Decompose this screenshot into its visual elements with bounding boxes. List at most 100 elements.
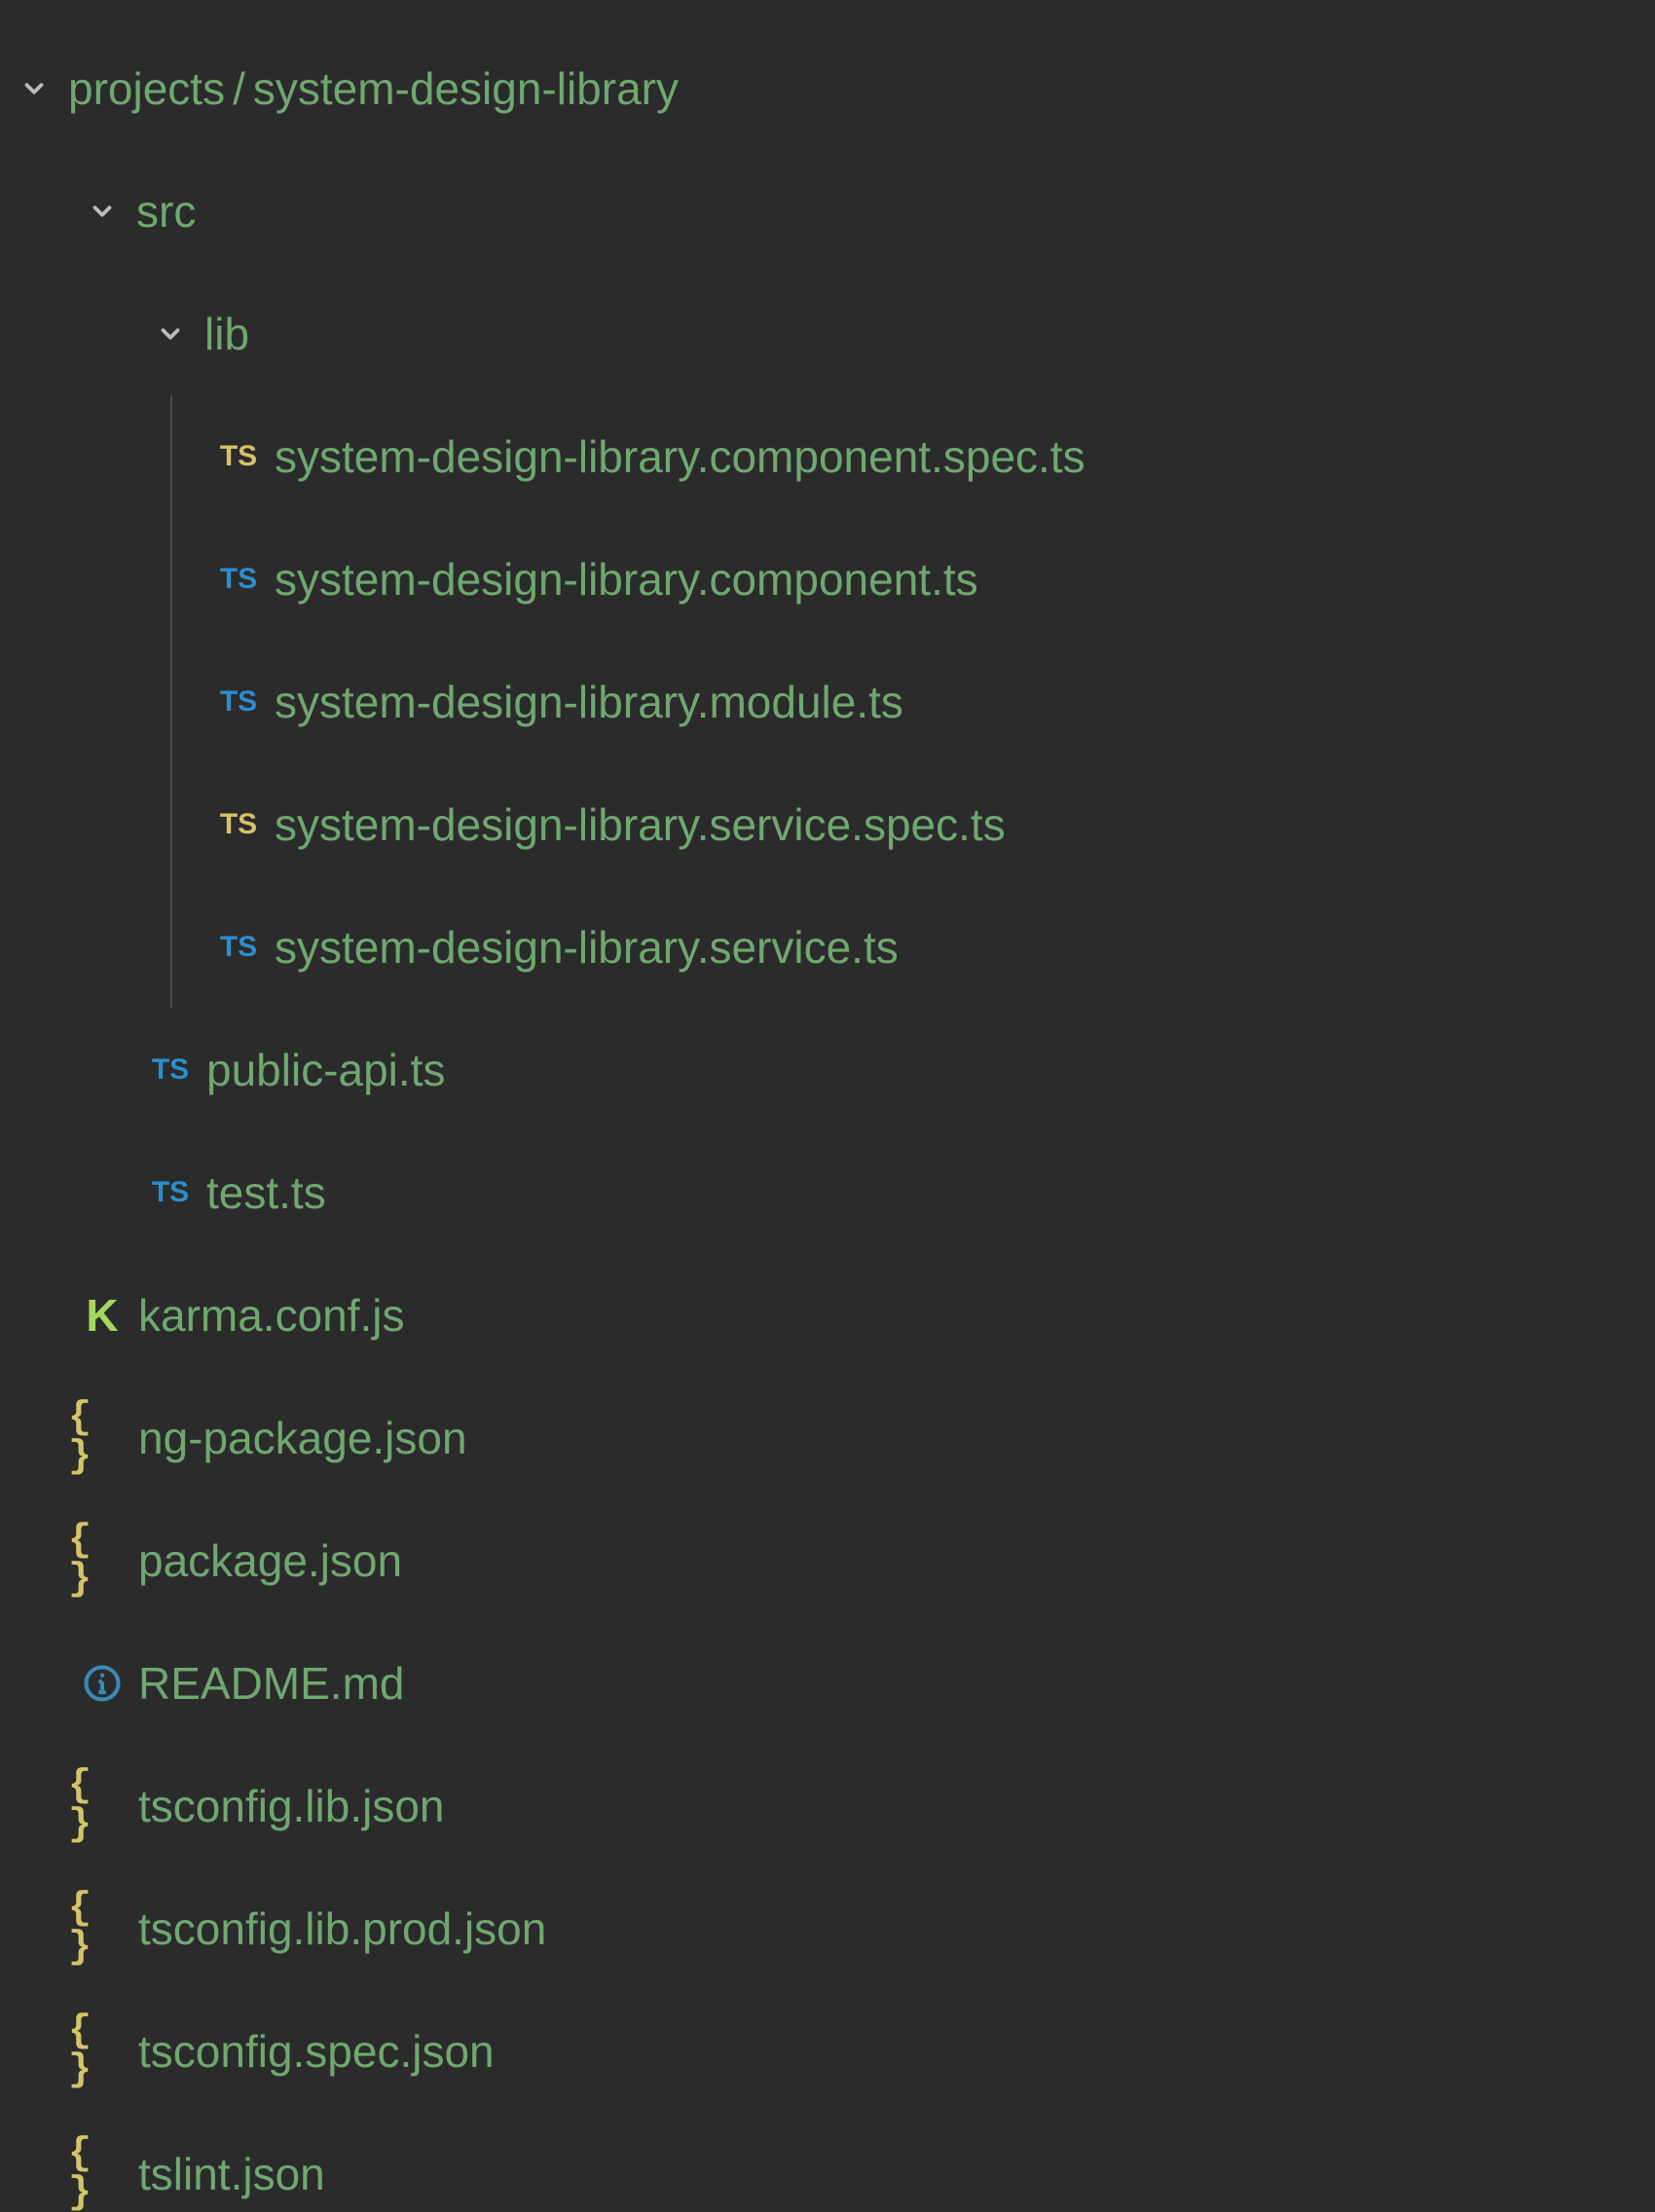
tree-file[interactable]: TS test.ts [0, 1131, 1655, 1254]
chevron-down-icon[interactable] [136, 319, 204, 349]
tree-file[interactable]: TS system-design-library.service.spec.ts [0, 763, 1655, 886]
file-label: karma.conf.js [138, 1293, 405, 1338]
file-icon: { } [68, 2135, 136, 2212]
tree-indent [0, 2113, 68, 2212]
tree-file[interactable]: TS system-design-library.service.ts [0, 886, 1655, 1009]
file-label: test.ts [206, 1170, 326, 1215]
tree-indent [0, 886, 68, 1009]
breadcrumb-separator: / [225, 63, 253, 114]
tree-file[interactable]: { }tsconfig.lib.prod.json [0, 1867, 1655, 1990]
tree-indent [0, 1622, 68, 1745]
breadcrumb-segment: system-design-library [253, 63, 679, 114]
tree-indent [0, 1009, 68, 1131]
tree-file[interactable]: TS system-design-library.component.spec.t… [0, 395, 1655, 518]
tree-indent [0, 763, 68, 886]
file-icon: TS [204, 565, 273, 594]
json-file-icon: { } [68, 1399, 136, 1477]
json-file-icon: { } [68, 1522, 136, 1600]
file-icon: TS [136, 1178, 204, 1207]
tree-indent [0, 1254, 68, 1377]
file-label: system-design-library.component.spec.ts [275, 434, 1085, 479]
file-icon: { } [68, 1522, 136, 1600]
readme-file-icon [68, 1662, 136, 1705]
tree-indent [136, 886, 204, 1009]
file-icon: TS [204, 933, 273, 962]
chevron-down-icon[interactable] [0, 74, 68, 103]
tree-indent [68, 395, 136, 518]
file-label: tsconfig.lib.json [138, 1784, 445, 1828]
file-icon: TS [204, 442, 273, 471]
file-label: tsconfig.spec.json [138, 2029, 495, 2074]
tree-indent [0, 641, 68, 763]
ts-spec-file-icon: TS [220, 810, 257, 839]
file-icon: { } [68, 1767, 136, 1845]
tree-file[interactable]: TS system-design-library.module.ts [0, 641, 1655, 763]
tree-indent [68, 273, 136, 395]
ts-file-icon: TS [152, 1178, 189, 1207]
tree-indent [68, 1009, 136, 1131]
breadcrumb: projects/system-design-library [68, 66, 679, 111]
tree-indent [68, 886, 136, 1009]
tree-file[interactable]: { }tsconfig.lib.json [0, 1745, 1655, 1867]
tree-indent [0, 1867, 68, 1990]
file-label: system-design-library.service.spec.ts [275, 802, 1006, 847]
ts-file-icon: TS [152, 1055, 189, 1085]
file-label: package.json [138, 1538, 402, 1583]
tree-indent [0, 1131, 68, 1254]
chevron-down-icon[interactable] [68, 197, 136, 226]
json-file-icon: { } [68, 2012, 136, 2090]
file-label: tsconfig.lib.prod.json [138, 1906, 546, 1951]
file-label: tslint.json [138, 2152, 325, 2196]
karma-file-icon: K [86, 1293, 118, 1338]
ts-file-icon: TS [220, 565, 257, 594]
tree-file[interactable]: README.md [0, 1622, 1655, 1745]
file-icon: K [68, 1293, 136, 1338]
tree-folder-lib[interactable]: lib [0, 273, 1655, 395]
folder-label: lib [204, 312, 249, 356]
file-icon: { } [68, 1399, 136, 1477]
folder-label: src [136, 189, 196, 234]
file-label: README.md [138, 1661, 404, 1706]
tree-file[interactable]: { }tslint.json [0, 2113, 1655, 2212]
file-icon: TS [204, 810, 273, 839]
tree-indent [68, 641, 136, 763]
tree-indent [136, 518, 204, 641]
file-icon: { } [68, 1890, 136, 1968]
tree-file[interactable]: TS public-api.ts [0, 1009, 1655, 1131]
tree-folder-root[interactable]: projects/system-design-library [0, 27, 1655, 150]
ts-spec-file-icon: TS [220, 442, 257, 471]
tree-indent [0, 395, 68, 518]
ts-file-icon: TS [220, 933, 257, 962]
tree-indent [0, 150, 68, 273]
file-label: ng-package.json [138, 1416, 467, 1460]
tree-indent [0, 518, 68, 641]
tree-indent [136, 763, 204, 886]
tree-indent [0, 1377, 68, 1499]
tree-file[interactable]: { }ng-package.json [0, 1377, 1655, 1499]
tree-indent [0, 273, 68, 395]
file-label: system-design-library.component.ts [275, 557, 978, 602]
tree-folder-src[interactable]: src [0, 150, 1655, 273]
tree-indent [68, 1131, 136, 1254]
file-label: system-design-library.service.ts [275, 925, 899, 970]
tree-indent [0, 1745, 68, 1867]
json-file-icon: { } [68, 2135, 136, 2212]
file-icon: TS [204, 687, 273, 717]
file-label: system-design-library.module.ts [275, 680, 903, 724]
tree-indent [136, 641, 204, 763]
json-file-icon: { } [68, 1767, 136, 1845]
file-icon: TS [136, 1055, 204, 1085]
tree-indent [68, 518, 136, 641]
tree-file[interactable]: { }tsconfig.spec.json [0, 1990, 1655, 2113]
file-label: public-api.ts [206, 1048, 445, 1092]
tree-indent [0, 1499, 68, 1622]
tree-indent [136, 395, 204, 518]
tree-file[interactable]: Kkarma.conf.js [0, 1254, 1655, 1377]
file-icon: { } [68, 2012, 136, 2090]
breadcrumb-segment: projects [68, 63, 225, 114]
tree-file[interactable]: { }package.json [0, 1499, 1655, 1622]
tree-file[interactable]: TS system-design-library.component.ts [0, 518, 1655, 641]
tree-indent [68, 763, 136, 886]
file-tree: projects/system-design-library src lib TS sy… [0, 27, 1655, 2212]
ts-file-icon: TS [220, 687, 257, 717]
